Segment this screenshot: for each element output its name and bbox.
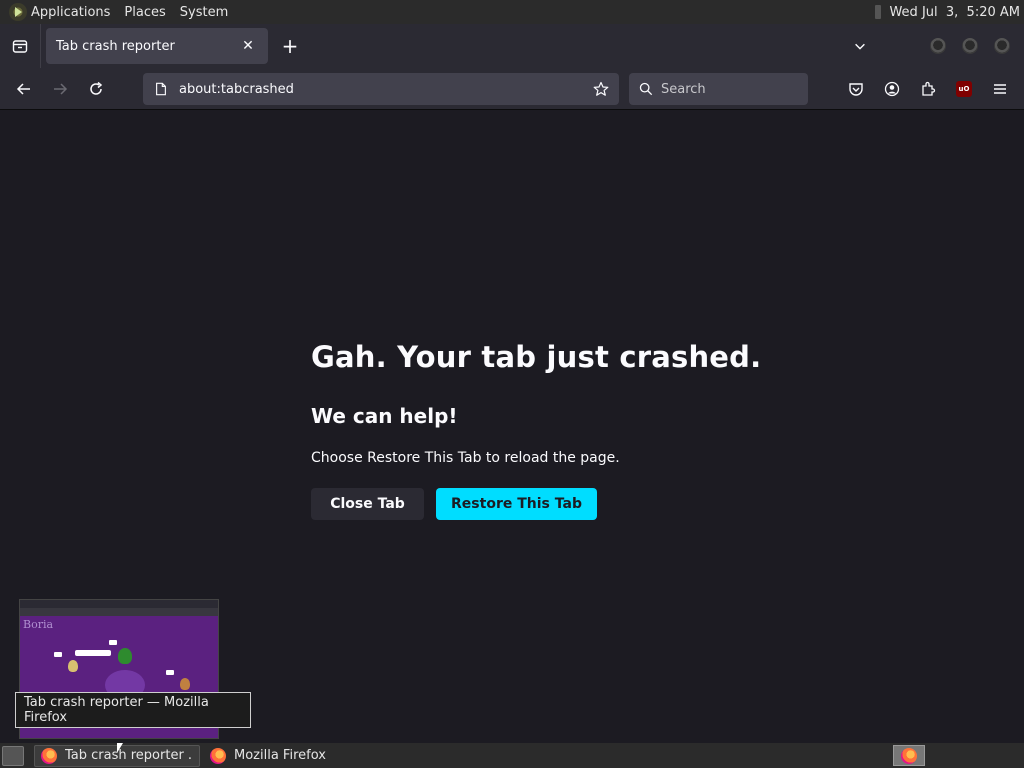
menu-button[interactable]: [984, 73, 1016, 105]
clock[interactable]: Wed Jul 3, 5:20 AM: [889, 5, 1020, 20]
maximize-button[interactable]: [962, 38, 978, 54]
url-bar[interactable]: about:tabcrashed: [143, 73, 619, 105]
tab-strip: Tab crash reporter ✕ +: [0, 24, 1024, 68]
crash-panel: Gah. Your tab just crashed. We can help!…: [311, 340, 761, 520]
search-placeholder: Search: [661, 81, 706, 97]
thumb-character: [180, 678, 190, 690]
new-tab-button[interactable]: +: [278, 34, 302, 58]
ublock-origin-button[interactable]: uO: [948, 73, 980, 105]
thumb-navbar: [20, 608, 218, 616]
preview-tooltip: Tab crash reporter — Mozilla Firefox: [15, 692, 251, 728]
applications-menu[interactable]: Applications: [31, 5, 110, 20]
minimize-button[interactable]: [930, 38, 946, 54]
crash-subtitle: We can help!: [311, 404, 458, 428]
window-controls: [922, 38, 1018, 54]
thumb-page-title: Boria: [23, 618, 54, 631]
thumb-character: [118, 648, 132, 664]
thumb-label: [166, 670, 174, 675]
restore-tab-button[interactable]: Restore This Tab: [436, 488, 597, 520]
chevron-down-icon: [855, 43, 865, 50]
workspace-switcher[interactable]: [893, 745, 925, 766]
reload-icon: [90, 81, 103, 95]
taskbar-item-mozilla-firefox[interactable]: Mozilla Firefox: [204, 745, 368, 767]
tab-title: Tab crash reporter: [56, 38, 175, 54]
thumb-label: [54, 652, 62, 657]
account-icon: [884, 81, 900, 97]
bookmark-star-icon[interactable]: [589, 77, 613, 101]
close-tab-button[interactable]: Close Tab: [311, 488, 424, 520]
search-icon: [639, 81, 655, 97]
bottom-taskbar: Tab crash reporter ... Mozilla Firefox: [0, 743, 1024, 768]
page-icon: [153, 81, 169, 97]
extensions-icon: [922, 81, 936, 96]
forward-button[interactable]: [44, 73, 76, 105]
tab-active[interactable]: Tab crash reporter ✕: [46, 28, 268, 64]
account-button[interactable]: [876, 73, 908, 105]
top-panel: Applications Places System Wed Jul 3, 5:…: [0, 0, 1024, 24]
clock-area: Wed Jul 3, 5:20 AM: [875, 5, 1020, 20]
page-title: Gah. Your tab just crashed.: [311, 340, 762, 374]
thumb-character: [68, 660, 78, 672]
toolbar-actions: uO: [836, 73, 1016, 105]
crash-message: Choose Restore This Tab to reload the pa…: [311, 450, 620, 466]
system-menu[interactable]: System: [180, 5, 228, 20]
mouse-cursor-icon: [117, 743, 123, 753]
thumb-input: [75, 650, 111, 656]
show-desktop-button[interactable]: [2, 745, 24, 766]
panel-menus: Applications Places System: [0, 3, 242, 21]
firefox-icon: [901, 747, 917, 764]
pocket-button[interactable]: [840, 73, 872, 105]
panel-separator: [875, 5, 882, 19]
hamburger-menu-icon: [994, 84, 1006, 94]
reload-button[interactable]: [80, 73, 112, 105]
list-all-tabs-button[interactable]: [846, 32, 874, 60]
close-window-button[interactable]: [994, 38, 1010, 54]
forward-arrow-icon: [54, 82, 68, 95]
taskbar-item-label: Tab crash reporter ...: [65, 748, 193, 763]
firefox-view-button[interactable]: [0, 24, 40, 68]
url-text[interactable]: about:tabcrashed: [179, 82, 589, 97]
firefox-icon: [210, 747, 226, 764]
firefox-icon: [41, 747, 57, 764]
back-arrow-icon: [16, 82, 30, 95]
search-input[interactable]: Search: [629, 73, 808, 105]
close-tab-icon[interactable]: ✕: [238, 36, 258, 56]
pocket-icon: [849, 83, 863, 96]
ublock-origin-icon: uO: [956, 81, 972, 97]
places-menu[interactable]: Places: [124, 5, 165, 20]
crash-actions: Close Tab Restore This Tab: [311, 488, 761, 520]
tab-strip-divider: [40, 24, 41, 68]
distro-logo-icon[interactable]: [9, 3, 27, 21]
extensions-button[interactable]: [912, 73, 944, 105]
nav-bar: about:tabcrashed Search uO: [0, 68, 1024, 110]
thumb-label: [109, 640, 117, 645]
thumb-tabstrip: [20, 600, 218, 608]
back-button[interactable]: [8, 73, 40, 105]
firefox-view-icon: [12, 40, 28, 53]
taskbar-item-label: Mozilla Firefox: [234, 748, 326, 763]
